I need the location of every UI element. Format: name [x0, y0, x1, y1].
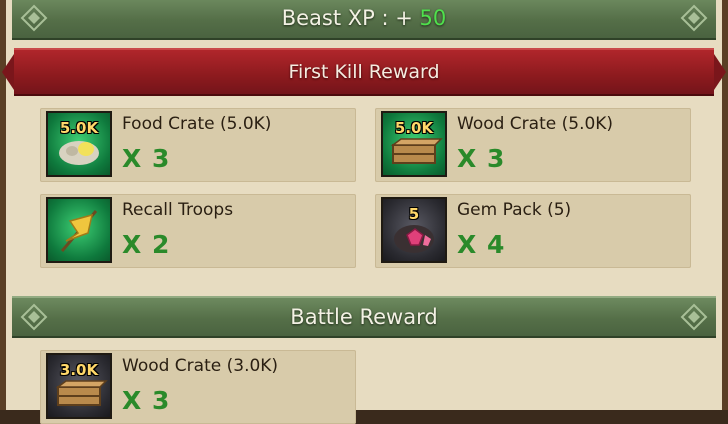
item-badge: 5.0K: [59, 119, 99, 137]
xp-value: 50: [419, 6, 447, 30]
item-badge: 3.0K: [59, 361, 99, 379]
first-kill-ribbon: First Kill Reward: [2, 48, 726, 96]
item-name: Wood Crate (3.0K): [122, 356, 279, 376]
wood-crate-icon: 5.0K: [381, 111, 447, 177]
diamond-ornament-icon: [20, 4, 48, 32]
food-crate-icon: 5.0K: [46, 111, 112, 177]
first-kill-title: First Kill Reward: [288, 61, 440, 83]
item-count: X 4: [457, 230, 506, 259]
battle-reward-header: Battle Reward: [12, 296, 716, 338]
reward-item-recall-troops[interactable]: Recall Troops X 2: [40, 194, 356, 268]
reward-item-wood-crate[interactable]: 3.0K Wood Crate (3.0K) X 3: [40, 350, 356, 424]
item-badge: 5.0K: [394, 119, 434, 137]
item-count: X 3: [122, 144, 171, 173]
recall-flag-icon: [46, 197, 112, 263]
reward-item-food-crate[interactable]: 5.0K Food Crate (5.0K) X 3: [40, 108, 356, 182]
xp-label: Beast XP : +: [281, 6, 420, 30]
reward-item-wood-crate[interactable]: 5.0K Wood Crate (5.0K) X 3: [375, 108, 691, 182]
reward-panel: Beast XP : + 50 First Kill Reward 5.0K F…: [0, 0, 728, 424]
battle-reward-title: Battle Reward: [290, 305, 438, 329]
item-count: X 2: [122, 230, 171, 259]
gem-pack-icon: 5: [381, 197, 447, 263]
item-count: X 3: [122, 386, 171, 415]
item-badge: 5: [408, 205, 420, 223]
item-name: Food Crate (5.0K): [122, 114, 272, 134]
beast-xp-header: Beast XP : + 50: [12, 0, 716, 40]
diamond-ornament-icon: [20, 303, 48, 331]
item-count: X 3: [457, 144, 506, 173]
reward-item-gem-pack[interactable]: 5 Gem Pack (5) X 4: [375, 194, 691, 268]
wood-crate-icon: 3.0K: [46, 353, 112, 419]
diamond-ornament-icon: [680, 303, 708, 331]
item-name: Wood Crate (5.0K): [457, 114, 614, 134]
diamond-ornament-icon: [680, 4, 708, 32]
item-name: Recall Troops: [122, 200, 234, 220]
item-name: Gem Pack (5): [457, 200, 572, 220]
